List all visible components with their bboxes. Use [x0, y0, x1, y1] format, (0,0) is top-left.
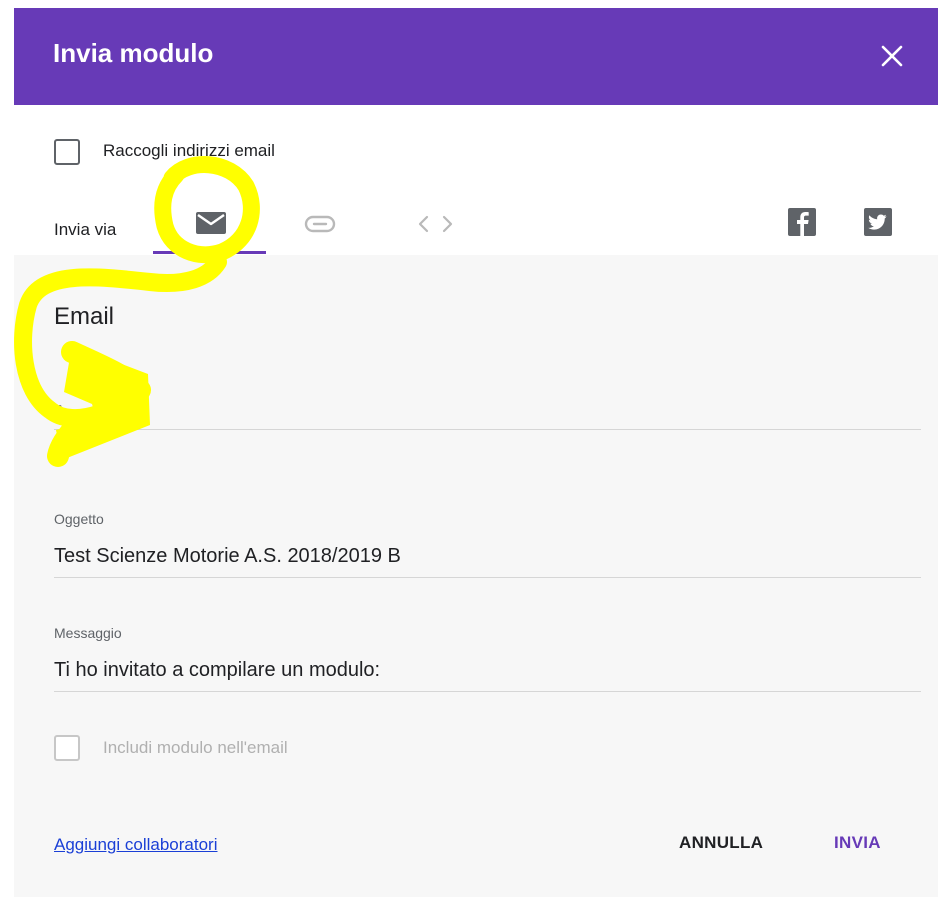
- facebook-button[interactable]: [784, 202, 820, 252]
- embed-code-icon: [418, 215, 453, 233]
- tab-embed[interactable]: [406, 202, 466, 252]
- close-icon: [881, 45, 903, 67]
- cancel-button[interactable]: ANNULLA: [679, 833, 763, 853]
- send-form-dialog: Invia modulo Raccogli indirizzi email In…: [14, 8, 938, 897]
- message-field[interactable]: Ti ho invitato a compilare un modulo:: [54, 659, 380, 682]
- collect-emails-checkbox[interactable]: [54, 139, 80, 165]
- selected-tab-indicator: [153, 251, 266, 254]
- subject-field[interactable]: Test Scienze Motorie A.S. 2018/2019 B: [54, 545, 401, 568]
- message-field-underline: [54, 691, 921, 692]
- to-field-underline: [54, 429, 921, 430]
- tab-email[interactable]: [153, 202, 266, 252]
- subject-field-underline: [54, 577, 921, 578]
- page: Invia modulo Raccogli indirizzi email In…: [0, 0, 938, 897]
- include-form-label: Includi modulo nell'email: [103, 738, 288, 757]
- send-via-label: Invia via: [54, 220, 117, 239]
- twitter-icon: [864, 208, 892, 236]
- to-recipients-input[interactable]: [54, 395, 921, 429]
- add-collaborators-link[interactable]: Aggiungi collaboratori: [54, 835, 218, 855]
- email-section-title: Email: [54, 303, 115, 330]
- facebook-icon: [788, 208, 816, 236]
- twitter-button[interactable]: [860, 202, 896, 252]
- link-icon: [304, 215, 336, 233]
- email-icon: [196, 212, 226, 234]
- close-button[interactable]: [872, 36, 912, 76]
- send-button[interactable]: INVIA: [834, 833, 881, 853]
- background-strip: [0, 0, 14, 897]
- include-form-checkbox[interactable]: [54, 735, 80, 761]
- tab-link[interactable]: [290, 202, 350, 252]
- collect-emails-label: Raccogli indirizzi email: [103, 141, 275, 160]
- dialog-header: Invia modulo: [14, 8, 938, 105]
- dialog-title: Invia modulo: [53, 38, 214, 68]
- subject-label: Oggetto: [54, 511, 104, 527]
- message-label: Messaggio: [54, 625, 122, 641]
- email-panel: Email Oggetto Test Scienze Motorie A.S. …: [14, 255, 938, 897]
